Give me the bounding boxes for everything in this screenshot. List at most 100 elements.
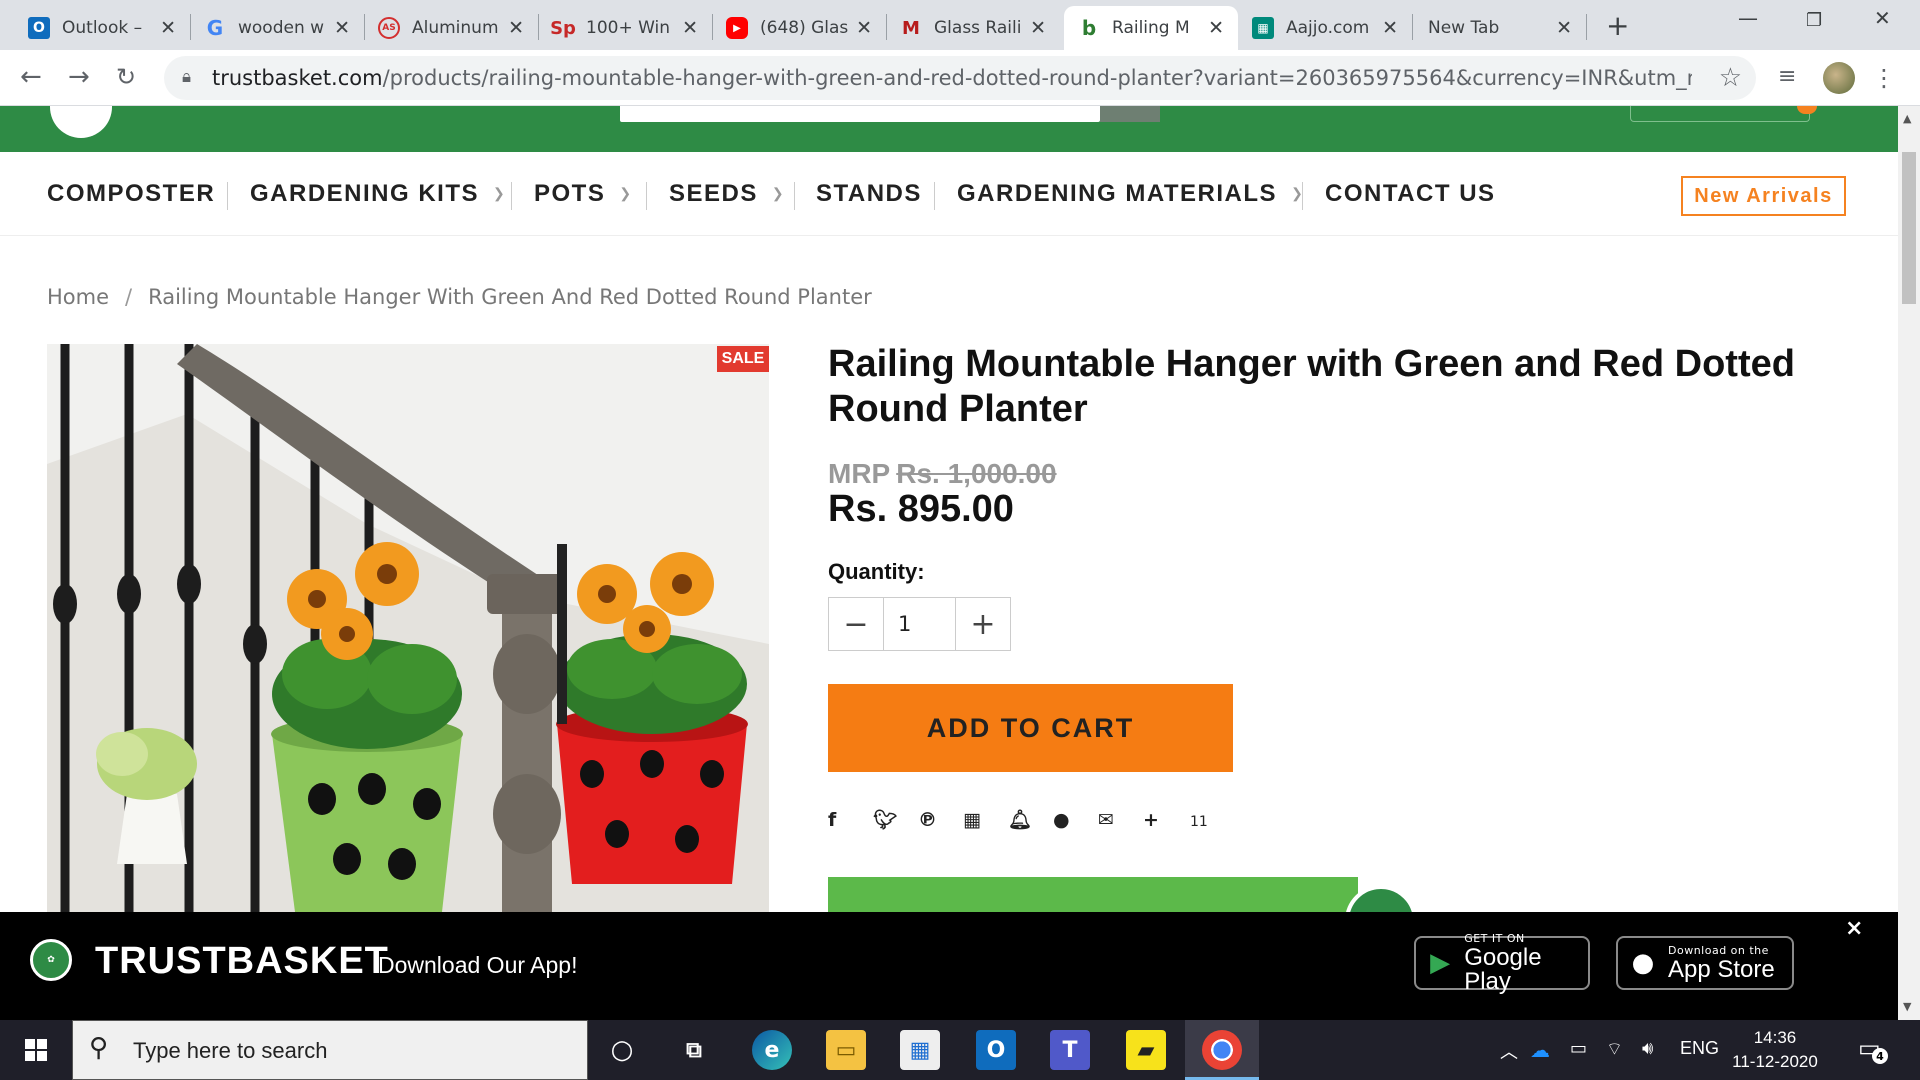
nav-gardening-kits[interactable]: GARDENING KITS ❯ bbox=[250, 180, 506, 208]
close-icon[interactable]: ✕ bbox=[1030, 17, 1046, 39]
promo-banner[interactable] bbox=[828, 877, 1358, 913]
tab-outlook[interactable]: O Outlook – ✕ bbox=[14, 6, 190, 50]
google-icon: G bbox=[206, 16, 224, 40]
banner-close-icon[interactable]: × bbox=[1845, 916, 1863, 941]
nav-gardening-materials[interactable]: GARDENING MATERIALS ❯ bbox=[957, 180, 1304, 208]
address-bar[interactable]: 🔒︎ trustbasket.com/products/railing-moun… bbox=[164, 56, 1756, 100]
nav-label: SEEDS bbox=[669, 180, 758, 207]
twitter-icon[interactable]: 🐦︎ bbox=[873, 808, 918, 831]
tab-google-search[interactable]: G wooden w ✕ bbox=[190, 6, 364, 50]
minimize-icon[interactable]: — bbox=[1738, 6, 1758, 30]
tab-aluminum[interactable]: AS Aluminum ✕ bbox=[364, 6, 538, 50]
forward-arrow-icon[interactable]: → bbox=[68, 62, 90, 92]
quantity-input[interactable]: 1 bbox=[883, 598, 956, 650]
scrollbar-thumb[interactable] bbox=[1902, 152, 1916, 304]
tab-railing-active[interactable]: b Railing M ✕ bbox=[1064, 6, 1238, 50]
site-search-button[interactable] bbox=[1100, 106, 1160, 122]
bookmark-star-icon[interactable]: ☆ bbox=[1719, 63, 1742, 93]
reload-icon[interactable]: ↻ bbox=[116, 63, 136, 91]
nav-pots[interactable]: POTS ❯ bbox=[534, 180, 633, 208]
tab-youtube[interactable]: ▶ (648) Glas ✕ bbox=[712, 6, 886, 50]
app-store-label: App Store bbox=[1668, 955, 1775, 983]
bell-share-icon[interactable]: 🔔︎ bbox=[1008, 808, 1053, 831]
email-icon[interactable]: ✉ bbox=[1098, 809, 1143, 831]
close-icon[interactable]: ✕ bbox=[1382, 17, 1398, 39]
tab-title: Aajjo.com bbox=[1286, 18, 1370, 38]
nav-composter[interactable]: COMPOSTER bbox=[47, 180, 215, 208]
wifi-icon[interactable]: ⌔ bbox=[1606, 1038, 1623, 1061]
site-search-input[interactable] bbox=[620, 106, 1100, 122]
nav-separator bbox=[794, 182, 795, 210]
breadcrumb-home[interactable]: Home bbox=[47, 285, 109, 309]
cart-count-badge bbox=[1797, 106, 1817, 114]
sale-price: Rs. 895.00 bbox=[828, 488, 1014, 530]
window-close-icon[interactable]: ✕ bbox=[1874, 6, 1891, 30]
close-icon[interactable]: ✕ bbox=[508, 17, 524, 39]
onedrive-icon[interactable]: ☁ bbox=[1530, 1038, 1550, 1062]
edge-icon[interactable]: e bbox=[752, 1030, 792, 1070]
cortana-icon[interactable]: ○ bbox=[602, 1030, 642, 1070]
tab-100-win[interactable]: Sp 100+ Win ✕ bbox=[538, 6, 712, 50]
menu-dots-icon[interactable]: ⋮ bbox=[1872, 64, 1896, 92]
facebook-icon[interactable]: f bbox=[828, 809, 873, 831]
file-explorer-icon[interactable]: ▭ bbox=[826, 1030, 866, 1070]
chrome-icon[interactable] bbox=[1202, 1030, 1242, 1070]
close-icon[interactable]: ✕ bbox=[334, 17, 350, 39]
new-arrivals-button[interactable]: New Arrivals bbox=[1681, 176, 1846, 216]
taskbar-search[interactable]: ⚲ Type here to search bbox=[72, 1020, 588, 1080]
store-icon[interactable]: ▦ bbox=[900, 1030, 940, 1070]
app-banner-subtitle: Download Our App! bbox=[378, 952, 578, 978]
battery-icon[interactable]: ▭ bbox=[1570, 1038, 1587, 1059]
close-icon[interactable]: ✕ bbox=[1208, 17, 1224, 39]
windows-taskbar: ⚲ Type here to search ○ ⧉ e ▭ ▦ O T ▰ ︿ … bbox=[0, 1020, 1920, 1080]
volume-icon[interactable]: 🔊︎ bbox=[1642, 1038, 1653, 1059]
scroll-down-icon[interactable]: ▼ bbox=[1903, 1000, 1911, 1013]
page-scrollbar[interactable]: ▲ ▼ bbox=[1898, 106, 1920, 1020]
close-icon[interactable]: ✕ bbox=[682, 17, 698, 39]
profile-avatar[interactable] bbox=[1823, 62, 1855, 94]
google-play-button[interactable]: ▶ GET IT ON Google Play bbox=[1414, 933, 1590, 993]
media-queue-icon[interactable]: ≡ bbox=[1778, 64, 1796, 89]
quantity-plus-button[interactable]: + bbox=[956, 598, 1010, 650]
app-store-button[interactable]: ● Download on the App Store bbox=[1616, 936, 1794, 990]
mrp-value: Rs. 1,000.00 bbox=[896, 458, 1057, 489]
task-view-icon[interactable]: ⧉ bbox=[674, 1030, 714, 1070]
cart-box[interactable] bbox=[1630, 106, 1810, 122]
teams-icon[interactable]: T bbox=[1050, 1030, 1090, 1070]
nav-contact-us[interactable]: CONTACT US bbox=[1325, 180, 1496, 208]
sticky-notes-icon[interactable]: ▰ bbox=[1126, 1030, 1166, 1070]
breadcrumb: Home / Railing Mountable Hanger With Green… bbox=[47, 285, 872, 309]
nav-separator bbox=[227, 182, 228, 210]
aluminium-site-icon: AS bbox=[378, 17, 400, 39]
close-icon[interactable]: ✕ bbox=[856, 17, 872, 39]
close-icon[interactable]: ✕ bbox=[160, 17, 176, 39]
nav-seeds[interactable]: SEEDS ❯ bbox=[669, 180, 785, 208]
clock-time: 14:36 bbox=[1753, 1028, 1797, 1047]
close-icon[interactable]: ✕ bbox=[1556, 17, 1572, 39]
breadcrumb-current: Railing Mountable Hanger With Green And … bbox=[148, 285, 872, 309]
back-arrow-icon[interactable]: ← bbox=[20, 62, 42, 92]
new-tab-plus-icon[interactable]: + bbox=[1606, 9, 1629, 42]
start-button[interactable] bbox=[0, 1020, 72, 1080]
outlook-taskbar-icon[interactable]: O bbox=[976, 1030, 1016, 1070]
system-clock[interactable]: 14:36 11-12-2020 bbox=[1730, 1026, 1820, 1074]
restore-icon[interactable]: ❐ bbox=[1806, 10, 1822, 31]
url-text[interactable]: trustbasket.com/products/railing-mountab… bbox=[212, 66, 1692, 90]
quantity-minus-button[interactable]: − bbox=[829, 598, 883, 650]
nav-stands[interactable]: STANDS bbox=[816, 180, 922, 208]
product-image[interactable] bbox=[47, 344, 769, 912]
scroll-up-icon[interactable]: ▲ bbox=[1903, 112, 1911, 125]
google-play-label: Google Play bbox=[1464, 943, 1542, 995]
tab-aajjo[interactable]: ▦ Aajjo.com ✕ bbox=[1238, 6, 1412, 50]
add-to-cart-button[interactable]: ADD TO CART bbox=[828, 684, 1233, 772]
notification-center-icon[interactable]: ▭ 4 bbox=[1858, 1034, 1888, 1064]
grid-share-icon[interactable]: ▦ bbox=[963, 809, 1008, 831]
tray-chevron-icon[interactable]: ︿ bbox=[1500, 1038, 1518, 1064]
tab-glass-railing[interactable]: M Glass Raili ✕ bbox=[886, 6, 1060, 50]
pinterest-icon[interactable]: ℗ bbox=[918, 809, 963, 831]
language-indicator[interactable]: ENG bbox=[1680, 1038, 1719, 1059]
tab-new-tab[interactable]: New Tab ✕ bbox=[1412, 6, 1586, 50]
reddit-icon[interactable]: ● bbox=[1053, 809, 1098, 831]
more-share-button[interactable]: +11 bbox=[1143, 809, 1208, 831]
trustbasket-logo[interactable] bbox=[50, 106, 112, 138]
